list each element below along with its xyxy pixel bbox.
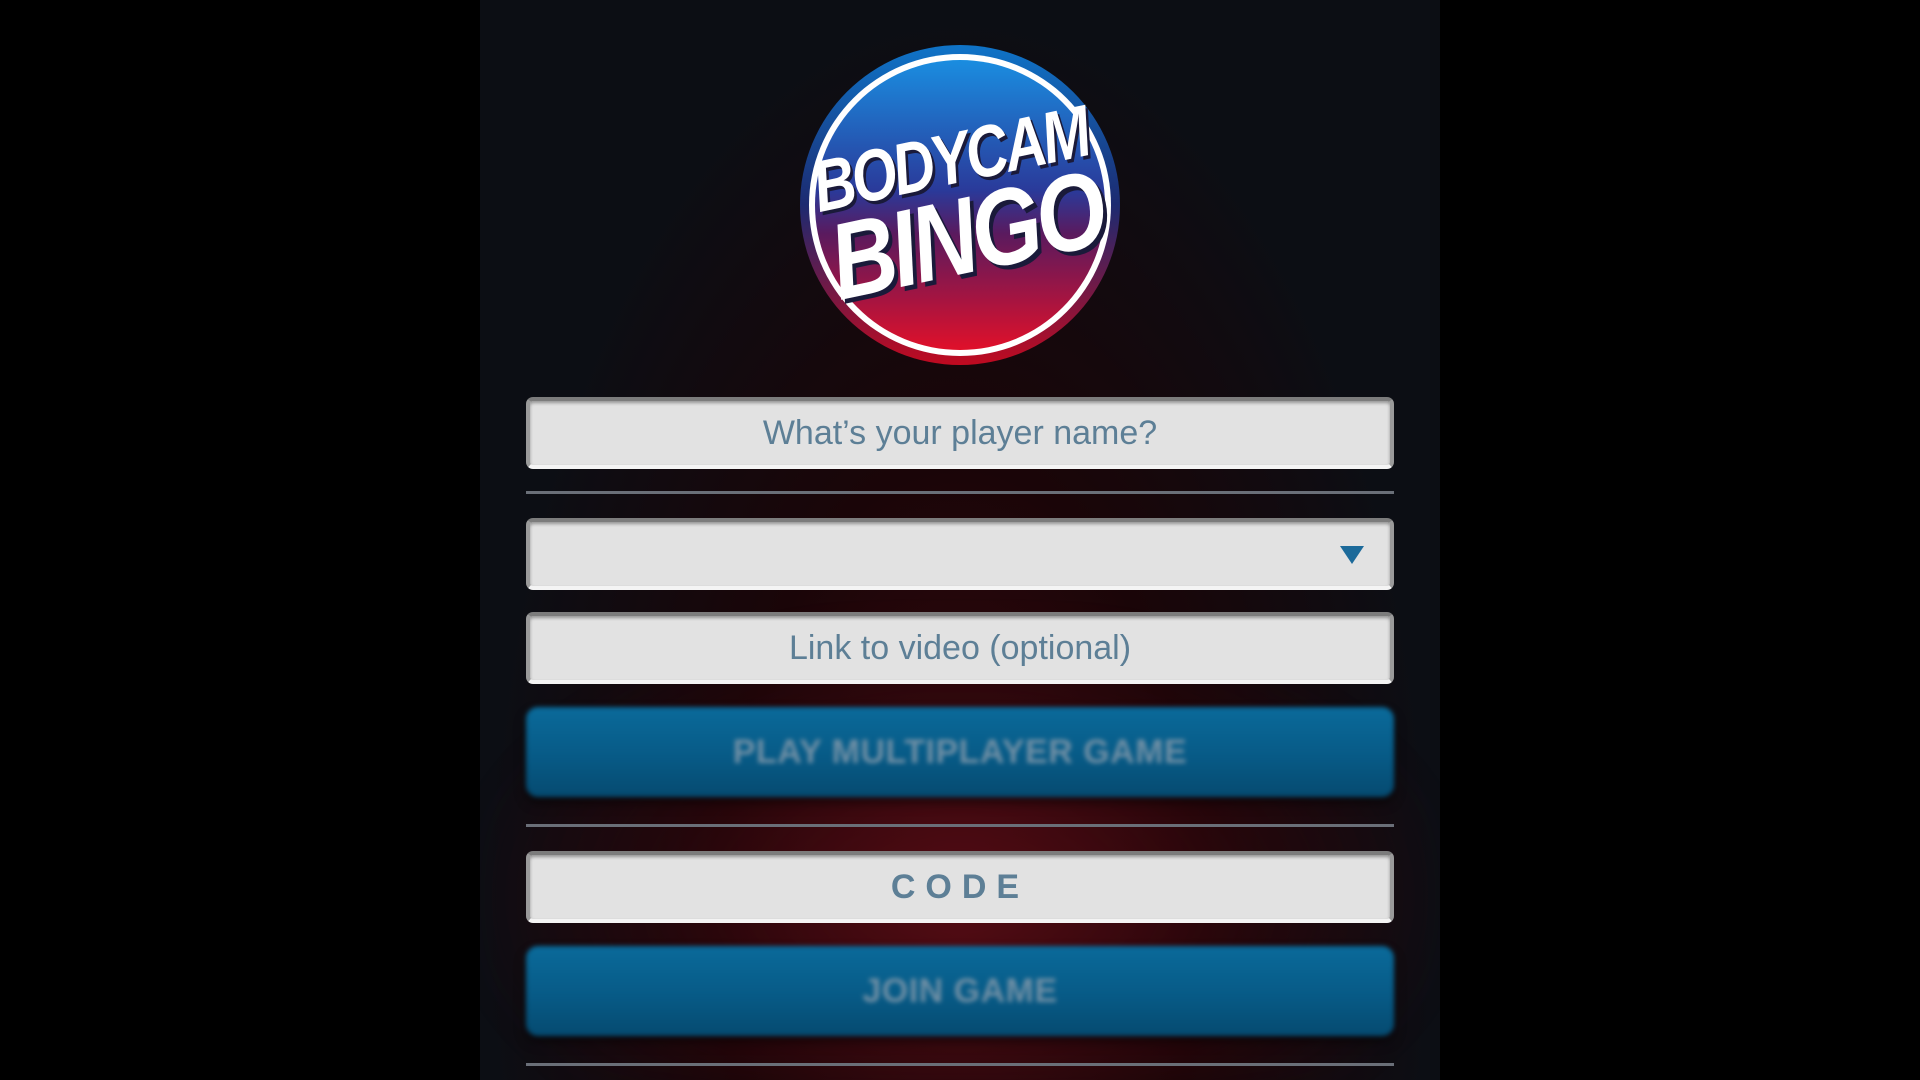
section-divider (526, 1063, 1394, 1066)
player-name-input[interactable]: What’s your player name? (526, 397, 1394, 469)
join-game-button[interactable]: JOIN GAME (526, 946, 1394, 1036)
game-lobby-panel: BODYCAM BINGO What’s your player name? L… (480, 0, 1440, 1080)
video-link-input[interactable]: Link to video (optional) (526, 612, 1394, 684)
logo-badge-icon (800, 45, 1120, 365)
bodycam-bingo-logo: BODYCAM BINGO (799, 44, 1121, 366)
section-divider (526, 824, 1394, 827)
section-divider (526, 491, 1394, 494)
chevron-down-icon (1340, 546, 1364, 564)
game-mode-select[interactable] (526, 518, 1394, 590)
game-code-input[interactable]: CODE (526, 851, 1394, 923)
play-multiplayer-button[interactable]: PLAY MULTIPLAYER GAME (526, 707, 1394, 797)
